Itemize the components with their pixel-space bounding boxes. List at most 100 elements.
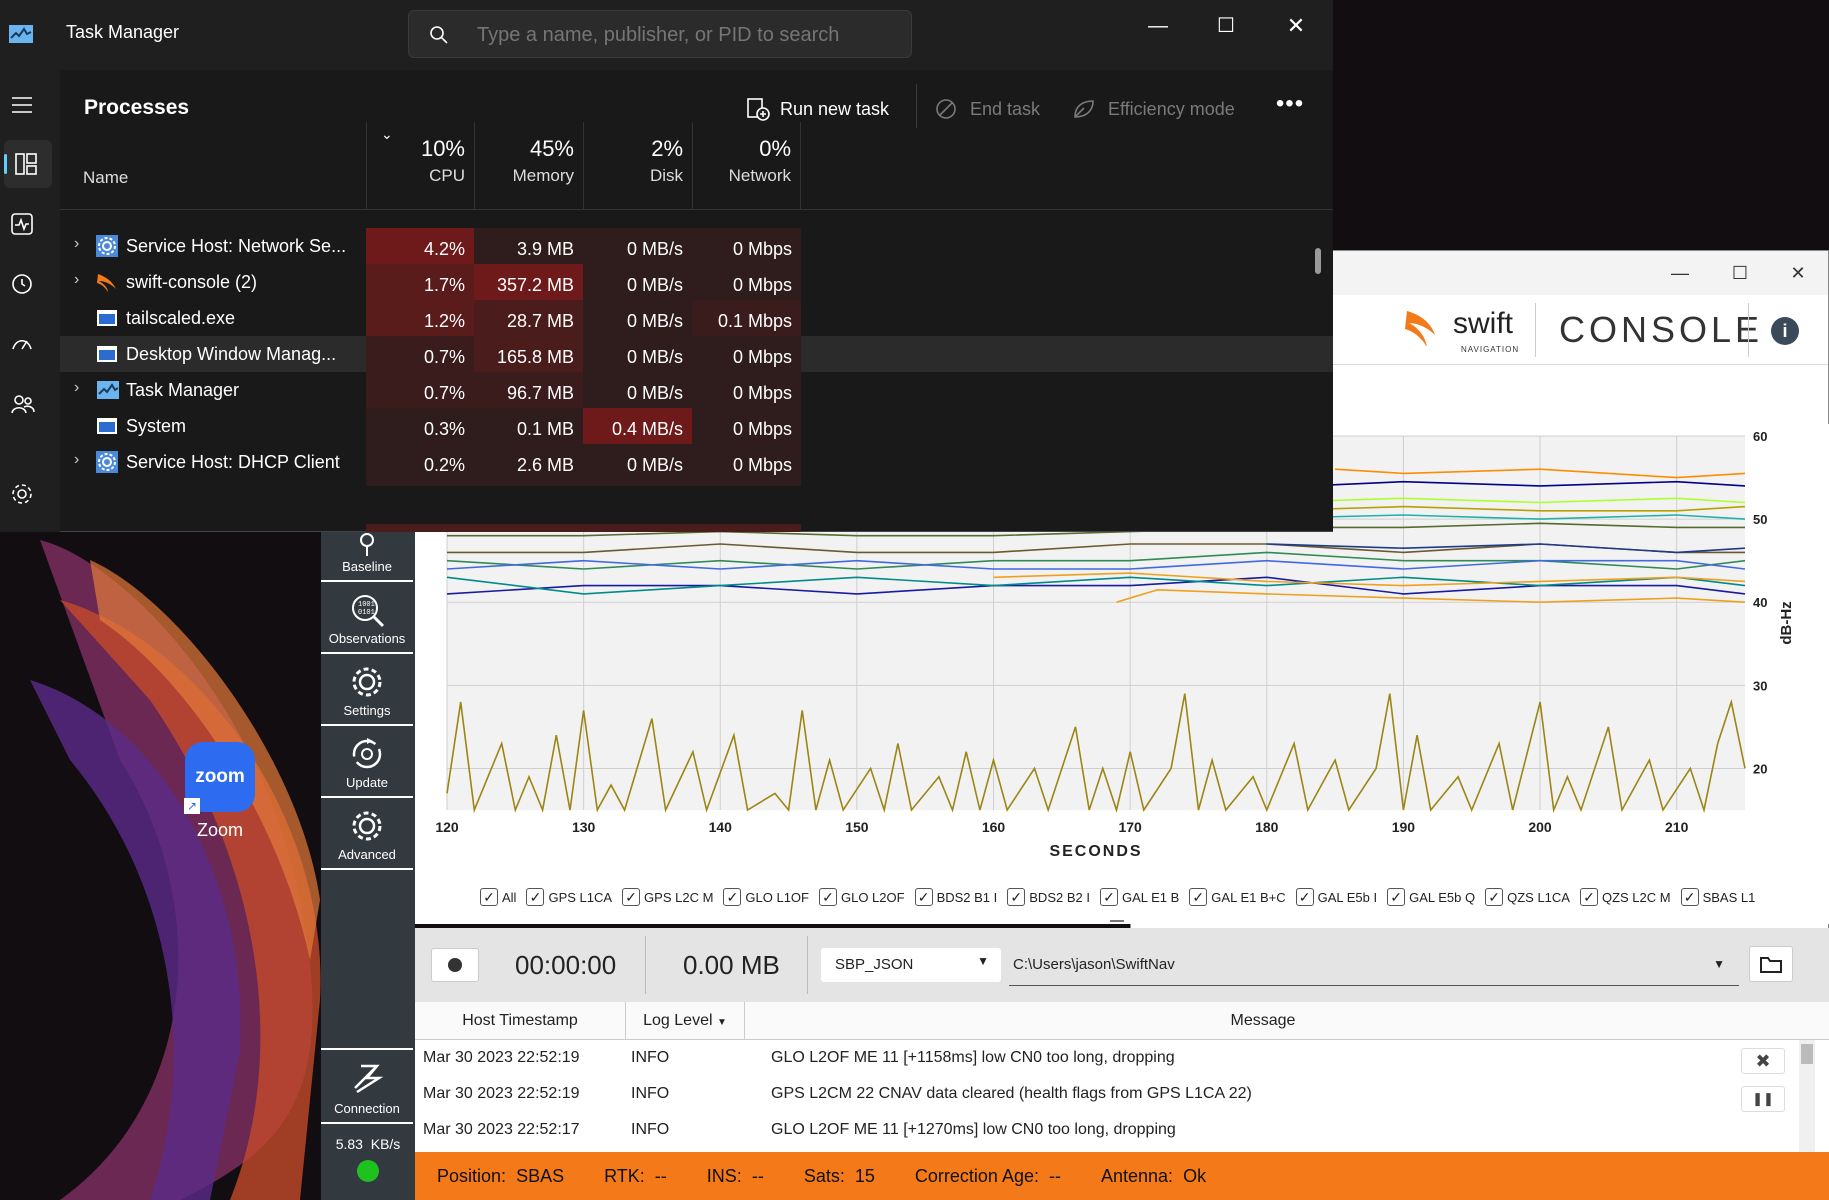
- col-message[interactable]: Message: [745, 1012, 1781, 1030]
- checkmark-icon: ✓: [1485, 888, 1504, 906]
- col-log-level[interactable]: Log Level ▼: [626, 1012, 744, 1030]
- process-row[interactable]: › Task Manager 0.7% 96.7 MB 0 MB/s 0 Mbps: [60, 372, 1333, 414]
- minimize-button[interactable]: —: [1650, 251, 1710, 295]
- tm-search-box[interactable]: [408, 10, 912, 58]
- maximize-button[interactable]: ☐: [1710, 251, 1770, 295]
- startup-apps-icon[interactable]: [10, 332, 34, 356]
- more-options-icon[interactable]: •••: [1270, 90, 1310, 120]
- advanced-gear-icon: [352, 811, 382, 841]
- nav-settings[interactable]: Settings: [321, 656, 413, 726]
- x-tick-label: 170: [1118, 819, 1142, 835]
- log-level: INFO: [631, 1121, 670, 1138]
- col-name[interactable]: Name: [83, 168, 128, 188]
- process-row[interactable]: › swift-console (2) 1.7% 357.2 MB 0 MB/s 0 Mb…: [60, 264, 1333, 306]
- col-host-timestamp[interactable]: Host Timestamp: [415, 1012, 625, 1030]
- nav-update[interactable]: Update: [321, 728, 413, 798]
- legend-checkbox[interactable]: ✓ QZS L1CA: [1485, 883, 1570, 911]
- search-icon: [430, 26, 448, 44]
- nav-processes-active[interactable]: [4, 140, 52, 188]
- swift-brand: swift: [1453, 307, 1513, 340]
- nav-baseline[interactable]: Baseline: [321, 530, 413, 582]
- checkmark-icon: ✓: [1007, 888, 1026, 906]
- legend-checkbox[interactable]: ✓ GAL E5b Q: [1387, 883, 1475, 911]
- legend-checkbox[interactable]: ✓ SBAS L1: [1680, 883, 1755, 911]
- process-name: swift-console (2): [126, 272, 258, 292]
- path-value: C:\Users\jason\SwiftNav: [1013, 956, 1175, 973]
- window-icon: [97, 346, 117, 362]
- nav-observations[interactable]: 1001 0101 Observations: [321, 584, 413, 654]
- end-task-button[interactable]: End task: [934, 92, 1040, 126]
- col-disk[interactable]: 2% Disk: [583, 122, 692, 210]
- x-tick-label: 160: [982, 819, 1006, 835]
- legend-checkbox[interactable]: ✓ BDS2 B1 I: [914, 883, 997, 911]
- col-memory[interactable]: 45% Memory: [474, 122, 583, 210]
- legend-checkbox[interactable]: ✓ GAL E1 B: [1099, 883, 1179, 911]
- window-icon: [97, 310, 117, 326]
- process-row[interactable]: tailscaled.exe 1.2% 28.7 MB 0 MB/s 0.1 Mbps: [60, 300, 1333, 342]
- chevron-right-icon[interactable]: ›: [74, 271, 79, 289]
- leaf-icon: [1074, 100, 1094, 118]
- run-new-task-button[interactable]: Run new task: [746, 92, 889, 126]
- info-icon[interactable]: i: [1771, 317, 1799, 345]
- log-row[interactable]: Mar 30 2023 22:52:17 INFO GLO L2OF ME 11 […: [415, 1112, 1795, 1148]
- efficiency-mode-button[interactable]: Efficiency mode: [1072, 92, 1235, 126]
- tm-maximize-button[interactable]: ☐: [1198, 8, 1254, 44]
- legend-checkbox[interactable]: ✓ BDS2 B2 I: [1007, 883, 1090, 911]
- legend-checkbox[interactable]: ✓ QZS L2C M: [1579, 883, 1671, 911]
- folder-icon: [1760, 957, 1782, 973]
- legend-checkbox[interactable]: ✓ GLO L2OF: [818, 883, 905, 911]
- process-row[interactable]: › Service Host: DHCP Client 0.2% 2.6 MB 0 MB…: [60, 444, 1333, 486]
- col-network[interactable]: 0% Network: [692, 122, 801, 210]
- hamburger-menu-icon[interactable]: [10, 95, 34, 115]
- sort-down-icon: ▼: [716, 1017, 727, 1028]
- folder-button[interactable]: [1749, 946, 1793, 982]
- zoom-desktop-shortcut[interactable]: zoom ↗ Zoom: [170, 738, 270, 848]
- x-tick-label: 210: [1665, 819, 1689, 835]
- nav-connection[interactable]: Connection: [321, 1048, 413, 1124]
- log-row[interactable]: Mar 30 2023 22:52:19 INFO GPS L2CM 22 CNAV…: [415, 1076, 1795, 1112]
- log-scrollbar-thumb[interactable]: [1801, 1044, 1813, 1064]
- process-row[interactable]: Desktop Window Manag... 0.7% 165.8 MB 0 MB/…: [60, 336, 1333, 378]
- checkmark-icon: ✓: [914, 888, 933, 906]
- format-select[interactable]: SBP_JSON ▼: [821, 948, 1001, 982]
- log-scrollbar[interactable]: [1799, 1040, 1815, 1152]
- legend-checkbox[interactable]: ✓ GPS L2C M: [622, 883, 713, 911]
- process-row[interactable]: › Service Host: Network Se... 4.2% 3.9 MB 0 …: [60, 228, 1333, 270]
- legend-label: QZS L1CA: [1507, 889, 1570, 905]
- tm-search-input[interactable]: [477, 21, 897, 49]
- legend-checkbox[interactable]: ✓ GPS L1CA: [526, 883, 612, 911]
- path-select[interactable]: C:\Users\jason\SwiftNav ▼: [1009, 946, 1739, 986]
- tm-minimize-button[interactable]: —: [1130, 8, 1186, 44]
- recording-size: 0.00 MB: [683, 950, 780, 980]
- settings-gear-icon[interactable]: [10, 482, 34, 506]
- legend-checkbox[interactable]: ✓ GLO L1OF: [723, 883, 809, 911]
- legend-checkbox[interactable]: ✓ All: [480, 883, 516, 911]
- active-indicator: [4, 154, 7, 174]
- chevron-right-icon[interactable]: ›: [74, 379, 79, 397]
- process-name: System: [126, 416, 187, 436]
- col-cpu[interactable]: ⌄ 10% CPU: [366, 122, 474, 210]
- record-button[interactable]: [431, 948, 479, 982]
- x-tick-label: 120: [435, 819, 459, 835]
- chevron-right-icon[interactable]: ›: [74, 451, 79, 469]
- gear-icon: [96, 451, 118, 473]
- process-name: Desktop Window Manag...: [126, 344, 337, 364]
- users-icon[interactable]: [10, 392, 36, 416]
- chevron-right-icon[interactable]: ›: [74, 235, 79, 253]
- rec-divider-2: [807, 936, 808, 994]
- recording-time: 00:00:00: [515, 950, 617, 980]
- performance-icon[interactable]: [10, 212, 34, 236]
- close-button[interactable]: ✕: [1768, 251, 1828, 295]
- splitter-handle[interactable]: [1110, 920, 1124, 922]
- process-row[interactable]: System 0.3% 0.1 MB 0.4 MB/s 0 Mbps: [60, 408, 1333, 450]
- app-history-icon[interactable]: [10, 272, 34, 296]
- legend-checkbox[interactable]: ✓ GAL E1 B+C: [1189, 883, 1286, 911]
- log-timestamp: Mar 30 2023 22:52:19: [423, 1049, 580, 1066]
- log-row[interactable]: Mar 30 2023 22:52:19 INFO GLO L2OF ME 11 […: [415, 1040, 1795, 1076]
- x-tick-label: 130: [572, 819, 596, 835]
- tm-close-button[interactable]: ✕: [1268, 8, 1324, 44]
- legend-checkbox[interactable]: ✓ GAL E5b I: [1295, 883, 1377, 911]
- rec-divider-1: [645, 936, 646, 994]
- nav-advanced[interactable]: Advanced: [321, 800, 413, 870]
- console-title: CONSOLE: [1559, 309, 1764, 350]
